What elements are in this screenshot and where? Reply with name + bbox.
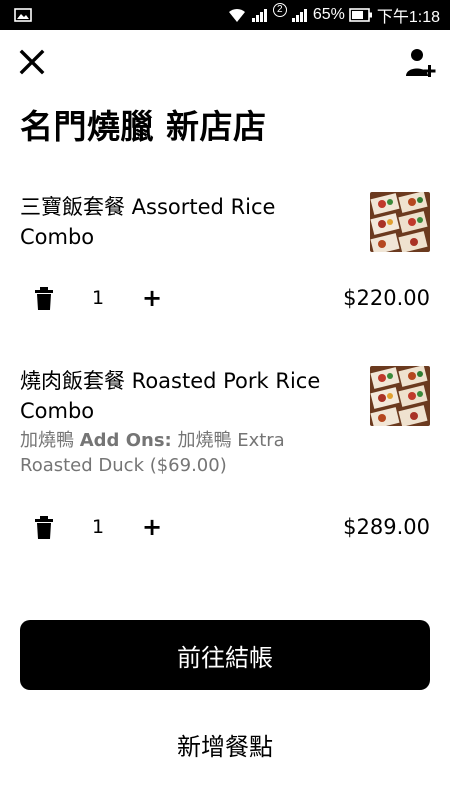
- addons-label: Add Ons:: [79, 430, 172, 451]
- status-right: 2 65% 下午1:18: [227, 0, 440, 30]
- quantity-value: 1: [91, 516, 105, 538]
- quantity-value: 1: [91, 287, 105, 309]
- trash-icon: [34, 287, 54, 315]
- signal-1-icon: [251, 7, 269, 23]
- sim-2-badge: 2: [272, 3, 287, 17]
- cart-item-name: 三寶飯套餐 Assorted Rice Combo: [20, 195, 276, 249]
- battery-percent: 65%: [312, 6, 345, 23]
- wifi-icon: [227, 7, 247, 23]
- gallery-notification-icon: [14, 8, 32, 22]
- quantity-row: 1 + $289.00: [20, 512, 430, 542]
- restaurant-title: 名門燒臘 新店店: [20, 107, 267, 146]
- cart-item-name: 燒肉飯套餐 Roasted Pork Rice Combo: [20, 369, 321, 423]
- cart-item-image: [370, 192, 430, 252]
- top-bar: [0, 30, 450, 94]
- checkout-button[interactable]: 前往結帳: [20, 620, 430, 690]
- close-button[interactable]: [16, 46, 48, 78]
- item-price: $220.00: [343, 286, 430, 310]
- add-items-button[interactable]: 新增餐點: [20, 712, 430, 776]
- plus-icon: +: [141, 284, 163, 312]
- cart-item-image: [370, 366, 430, 426]
- increase-quantity-button[interactable]: +: [140, 512, 164, 542]
- item-price: $289.00: [343, 515, 430, 539]
- close-icon: [16, 49, 48, 82]
- trash-icon: [34, 516, 54, 544]
- cart-item: 三寶飯套餐 Assorted Rice Combo: [20, 192, 430, 252]
- status-bar: 2 65% 下午1:18: [0, 0, 450, 30]
- cart-item: 燒肉飯套餐 Roasted Pork Rice Combo 加燒鴨 Add On…: [20, 366, 430, 478]
- remove-item-button[interactable]: [34, 516, 54, 540]
- increase-quantity-button[interactable]: +: [140, 283, 164, 313]
- clock: 下午1:18: [376, 9, 440, 26]
- addons-prefix: 加燒鴨: [20, 430, 74, 451]
- add-person-button[interactable]: [404, 46, 438, 80]
- signal-2-icon: [291, 7, 309, 23]
- plus-icon: +: [141, 513, 163, 541]
- battery-icon: [349, 8, 373, 22]
- cart-item-addons: 加燒鴨 Add Ons: 加燒鴨 Extra Roasted Duck ($69…: [20, 428, 340, 478]
- remove-item-button[interactable]: [34, 287, 54, 311]
- add-person-icon: [404, 49, 438, 84]
- quantity-row: 1 + $220.00: [20, 283, 430, 313]
